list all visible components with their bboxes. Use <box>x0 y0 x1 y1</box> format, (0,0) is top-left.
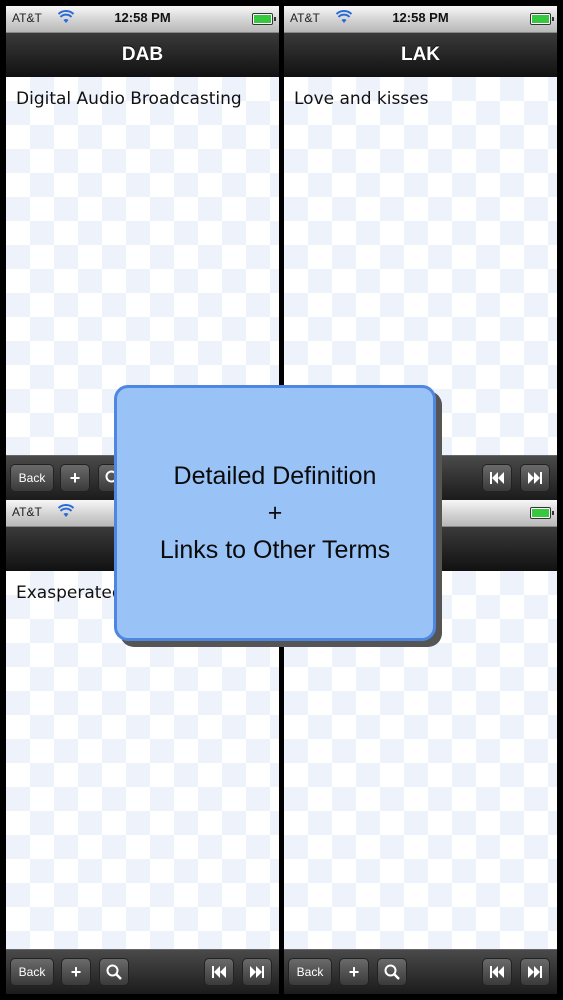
status-bar: AT&T 12:58 PM <box>6 6 279 33</box>
status-time: 12:58 PM <box>114 10 171 25</box>
definition-text: Love and kisses <box>294 89 429 109</box>
toolbar: Back + <box>6 949 279 994</box>
nav-bar: DAB <box>6 33 279 78</box>
definition-text: Digital Audio Broadcasting <box>16 89 242 109</box>
next-button[interactable] <box>520 464 550 492</box>
skip-forward-icon <box>250 966 264 978</box>
battery-icon <box>530 13 554 25</box>
page-title: DAB <box>121 44 164 65</box>
search-button[interactable] <box>377 958 407 986</box>
wifi-icon <box>58 504 74 517</box>
page-title: LAK <box>400 44 441 65</box>
callout-line-3: Links to Other Terms <box>159 535 391 564</box>
skip-back-icon <box>490 966 504 978</box>
callout-line-2: + <box>267 498 283 527</box>
definition-text: Exasperated, <box>16 583 129 603</box>
status-time: 12:58 PM <box>392 10 449 25</box>
search-icon <box>384 964 400 980</box>
skip-back-icon <box>490 472 504 484</box>
search-icon <box>106 964 122 980</box>
previous-button[interactable] <box>482 464 512 492</box>
next-button[interactable] <box>242 958 272 986</box>
previous-button[interactable] <box>482 958 512 986</box>
carrier-label: AT&T <box>12 505 42 519</box>
skip-back-icon <box>212 966 226 978</box>
toolbar: Back + <box>284 949 557 994</box>
skip-forward-icon <box>528 966 542 978</box>
add-button[interactable]: + <box>60 464 90 492</box>
status-bar: AT&T 12:58 PM <box>284 6 557 33</box>
previous-button[interactable] <box>204 958 234 986</box>
nav-bar: LAK <box>284 33 557 78</box>
back-button[interactable]: Back <box>288 958 332 986</box>
add-button[interactable]: + <box>339 958 369 986</box>
search-button[interactable] <box>99 958 129 986</box>
add-button[interactable]: + <box>61 958 91 986</box>
back-button[interactable]: Back <box>10 464 54 492</box>
back-button[interactable]: Back <box>10 958 54 986</box>
next-button[interactable] <box>520 958 550 986</box>
battery-icon <box>530 507 554 519</box>
battery-icon <box>252 13 276 25</box>
callout-line-1: Detailed Definition <box>173 461 377 490</box>
skip-forward-icon <box>528 472 542 484</box>
feature-callout: Detailed Definition + Links to Other Ter… <box>114 385 436 641</box>
